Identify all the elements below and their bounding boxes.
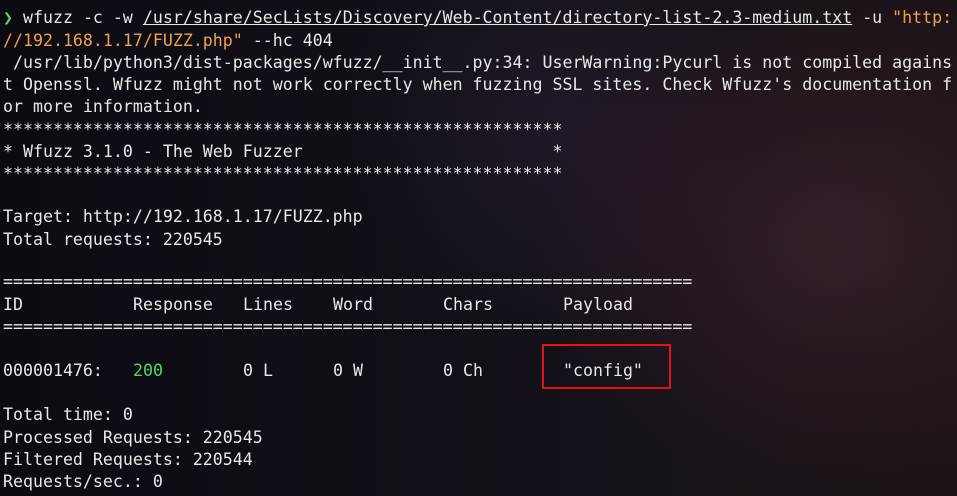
- header-id: ID: [3, 295, 23, 314]
- terminal-window[interactable]: ❯ wfuzz -c -w /usr/share/SecLists/Discov…: [3, 0, 957, 496]
- command-program: wfuzz: [23, 8, 73, 27]
- row-chars: 0 Ch: [443, 361, 483, 380]
- target-url-part1: "http:: [892, 8, 953, 27]
- row-id: 000001476:: [3, 361, 103, 380]
- warning-line-2: t Openssl. Wfuzz might not work correctl…: [3, 75, 953, 94]
- prompt-chevron-icon: ❯: [3, 8, 13, 27]
- header-lines: Lines: [243, 295, 293, 314]
- row-response-code: 200: [133, 361, 163, 380]
- row-word: 0 W: [333, 361, 363, 380]
- table-separator-top: ========================================…: [3, 272, 693, 291]
- header-response: Response: [133, 295, 213, 314]
- header-chars: Chars: [443, 295, 493, 314]
- header-payload: Payload: [563, 295, 633, 314]
- table-row: 000001476: 200 0 L 0 W 0 Ch "config": [3, 359, 957, 382]
- table-header-row: ID Response Lines Word Chars Payload: [3, 293, 957, 316]
- warning-line-3: or more information.: [3, 97, 203, 116]
- target-line: Target: http://192.168.1.17/FUZZ.php: [3, 207, 363, 226]
- total-requests-line: Total requests: 220545: [3, 230, 223, 249]
- row-lines: 0 L: [243, 361, 273, 380]
- summary-rate: Requests/sec.: 0: [3, 472, 163, 491]
- table-separator-bottom: ========================================…: [3, 317, 693, 336]
- wordlist-path: /usr/share/SecLists/Discovery/Web-Conten…: [142, 8, 853, 27]
- warning-line-1: /usr/lib/python3/dist-packages/wfuzz/__i…: [3, 53, 953, 72]
- banner-title: * Wfuzz 3.1.0 - The Web Fuzzer *: [3, 142, 563, 161]
- summary-filtered: Filtered Requests: 220544: [3, 450, 253, 469]
- target-url-part2: //192.168.1.17/FUZZ.php": [3, 31, 243, 50]
- command-line: ❯ wfuzz -c -w /usr/share/SecLists/Discov…: [3, 6, 952, 29]
- url-flag: -u: [852, 8, 893, 27]
- header-word: Word: [333, 295, 373, 314]
- hide-code-flag: --hc 404: [242, 31, 333, 50]
- command-flags: -c -w: [72, 8, 143, 27]
- summary-total-time: Total time: 0: [3, 405, 133, 424]
- command-line-continued: //192.168.1.17/FUZZ.php" --hc 404: [3, 29, 333, 52]
- payload-highlight-box: [542, 344, 671, 389]
- banner-stars-bottom: ****************************************…: [3, 164, 563, 183]
- banner-stars-top: ****************************************…: [3, 120, 563, 139]
- summary-processed: Processed Requests: 220545: [3, 428, 263, 447]
